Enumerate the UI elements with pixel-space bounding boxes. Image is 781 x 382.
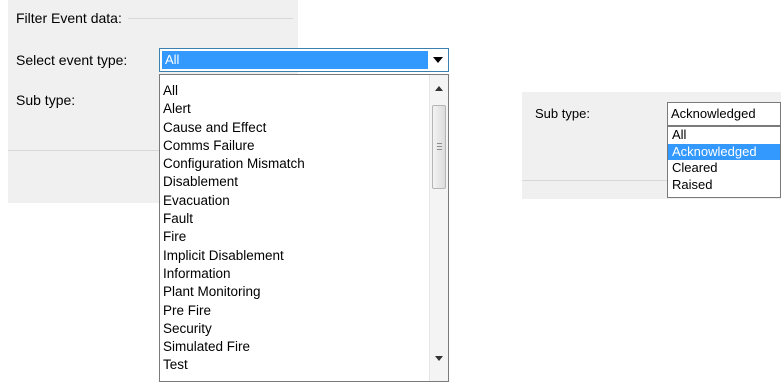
event-type-option-fault[interactable]: Fault [163,210,423,228]
sub-type-select[interactable]: Acknowledged [667,102,781,126]
event-type-option-plant-monitoring[interactable]: Plant Monitoring [163,283,423,301]
event-type-option-security[interactable]: Security [163,320,423,338]
event-type-dropdown-list[interactable]: All Alert Cause and Effect Comms Failure… [159,74,449,382]
sub-type-label: Sub type: [535,106,590,121]
event-type-option-cause-and-effect[interactable]: Cause and Effect [163,119,423,137]
event-type-option-all[interactable]: All [163,82,423,100]
event-type-option-fire[interactable]: Fire [163,228,423,246]
group-title: Filter Event data: [16,10,124,26]
event-type-option-comms-failure[interactable]: Comms Failure [163,137,423,155]
event-type-label: Select event type: [16,52,128,68]
event-type-option-pre-fire[interactable]: Pre Fire [163,302,423,320]
sub-type-option-all[interactable]: All [668,127,780,144]
event-type-select[interactable]: All [159,48,449,72]
sub-type-option-raised[interactable]: Raised [668,177,780,194]
event-type-option-configuration-mismatch[interactable]: Configuration Mismatch [163,155,423,173]
sub-type-dropdown-list[interactable]: All Acknowledged Cleared Raised [667,126,781,198]
event-type-option-test[interactable]: Test [163,356,423,374]
scroll-down-button[interactable] [430,349,448,367]
event-type-option-evacuation[interactable]: Evacuation [163,192,423,210]
scroll-up-button[interactable] [430,79,448,97]
event-type-option-information[interactable]: Information [163,265,423,283]
chevron-up-icon [435,85,443,91]
sub-type-label: Sub type: [16,92,76,108]
dropdown-arrow-button[interactable] [428,49,448,71]
scroll-thumb[interactable] [432,105,446,189]
grip-icon [437,143,442,152]
event-type-option-implicit-disablement[interactable]: Implicit Disablement [163,247,423,265]
event-type-option-disablement[interactable]: Disablement [163,173,423,191]
event-type-option-alert[interactable]: Alert [163,100,423,118]
list-scrollbar[interactable] [429,75,448,381]
sub-type-option-acknowledged[interactable]: Acknowledged [668,143,780,160]
chevron-down-icon [433,57,443,63]
event-type-selected-value: All [162,51,428,69]
group-divider [128,18,293,19]
chevron-down-icon [435,355,443,361]
sub-type-option-cleared[interactable]: Cleared [668,160,780,177]
event-type-option-simulated-fire[interactable]: Simulated Fire [163,338,423,356]
